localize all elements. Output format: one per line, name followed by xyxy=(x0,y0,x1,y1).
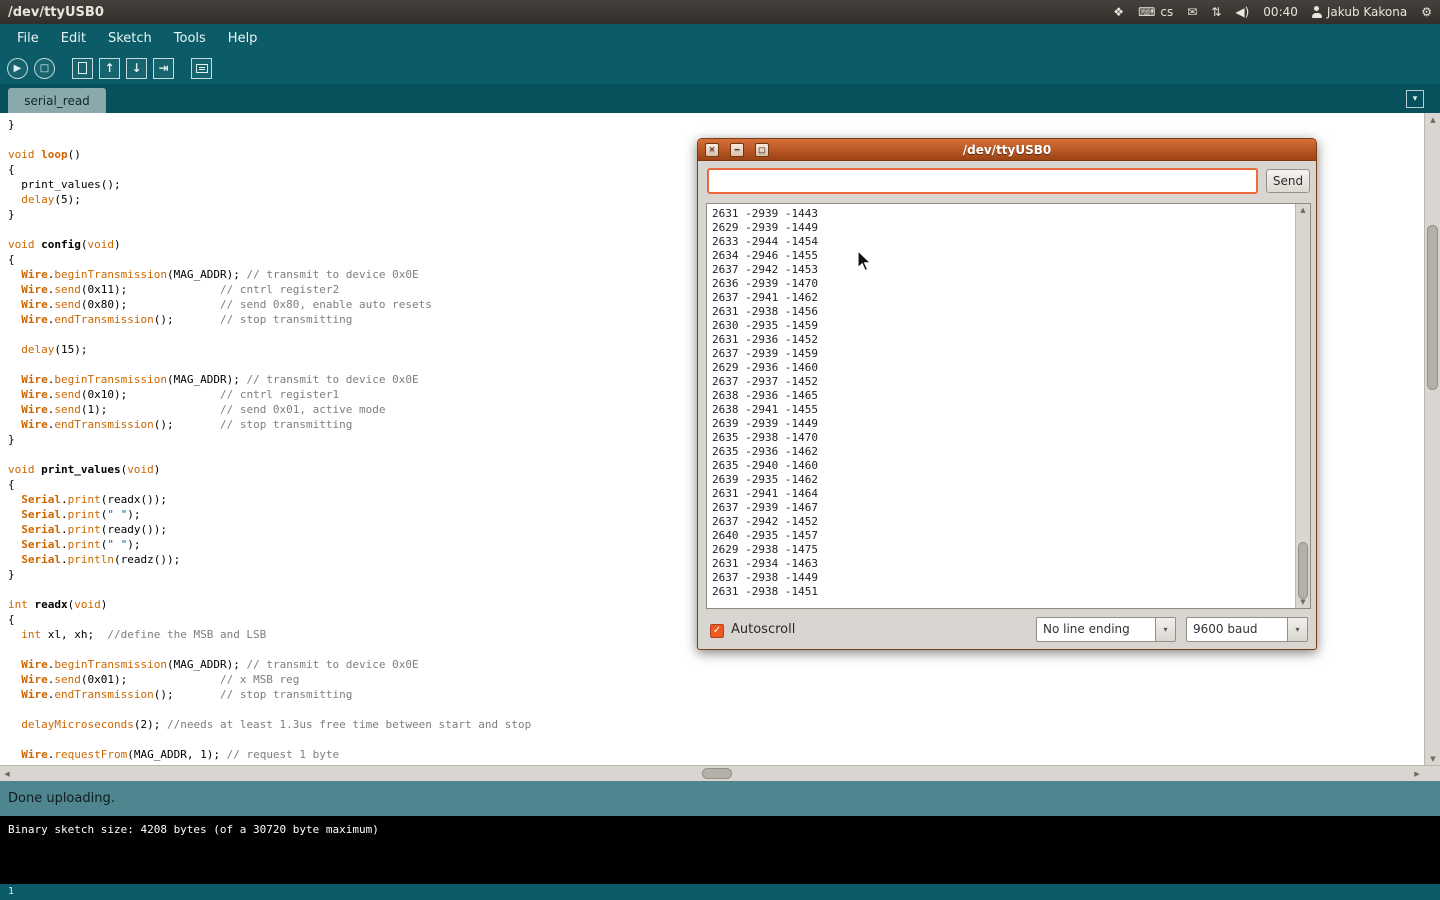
status-message: Done uploading. xyxy=(8,791,115,806)
autoscroll-checkbox[interactable]: ✓ xyxy=(710,624,724,638)
save-sketch-button[interactable]: ↓ xyxy=(126,58,147,79)
serial-monitor-icon xyxy=(196,64,208,73)
scroll-down-icon[interactable]: ▼ xyxy=(1425,752,1440,765)
stop-button[interactable]: □ xyxy=(34,58,55,79)
editor-vertical-scrollbar[interactable]: ▲ ▼ xyxy=(1424,113,1440,765)
scroll-up-icon[interactable]: ▲ xyxy=(1425,113,1440,126)
play-icon: ▶ xyxy=(14,63,22,74)
serial-output-scrollbar[interactable]: ▲ ▼ xyxy=(1295,204,1310,608)
tab-serial-read[interactable]: serial_read xyxy=(8,88,106,113)
code-line: Wire.beginTransmission(MAG_ADDR); // tra… xyxy=(8,657,1424,672)
console-text: Binary sketch size: 4208 bytes (of a 307… xyxy=(8,823,379,836)
new-sketch-button[interactable] xyxy=(72,58,93,79)
code-line xyxy=(8,732,1424,747)
line-number-bar: 1 xyxy=(0,884,1440,900)
session-gear-icon[interactable]: ⚙ xyxy=(1421,5,1432,19)
user-name-label: Jakub Kakona xyxy=(1327,5,1407,19)
baud-rate-value: 9600 baud xyxy=(1187,618,1287,641)
open-icon: ↑ xyxy=(104,62,114,74)
user-menu[interactable]: Jakub Kakona xyxy=(1312,5,1407,19)
close-icon: ✕ xyxy=(709,145,716,154)
menu-bar: File Edit Sketch Tools Help xyxy=(0,24,1440,52)
save-icon: ↓ xyxy=(131,62,141,74)
menu-file[interactable]: File xyxy=(6,26,50,51)
top-panel: /dev/ttyUSB0 ❖ ⌨ cs ✉ ⇅ ◀) 00:40 Jakub K… xyxy=(0,0,1440,24)
serial-monitor-button[interactable] xyxy=(191,58,212,79)
code-line: Wire.send(0x01); // x MSB reg xyxy=(8,672,1424,687)
stop-icon: □ xyxy=(40,63,49,74)
verify-button[interactable]: ▶ xyxy=(7,58,28,79)
window-minimize-button[interactable]: − xyxy=(730,143,744,157)
line-ending-select[interactable]: No line ending ▾ xyxy=(1036,617,1176,642)
open-sketch-button[interactable]: ↑ xyxy=(99,58,120,79)
serial-scroll-thumb[interactable] xyxy=(1298,542,1308,599)
clock[interactable]: 00:40 xyxy=(1263,5,1298,19)
menu-help[interactable]: Help xyxy=(217,26,269,51)
window-maximize-button[interactable]: ▢ xyxy=(755,143,769,157)
status-bar: Done uploading. xyxy=(0,781,1440,816)
tab-strip: serial_read ▾ xyxy=(0,84,1440,113)
mail-icon[interactable]: ✉ xyxy=(1187,5,1197,19)
focused-window-title: /dev/ttyUSB0 xyxy=(8,5,104,20)
mouse-cursor xyxy=(857,250,873,272)
system-tray: ❖ ⌨ cs ✉ ⇅ ◀) 00:40 Jakub Kakona ⚙ xyxy=(1113,5,1432,19)
scroll-right-icon[interactable]: ▶ xyxy=(1410,766,1424,781)
tab-menu-button[interactable]: ▾ xyxy=(1406,90,1424,108)
chevron-down-icon[interactable]: ▾ xyxy=(1287,618,1307,641)
window-close-button[interactable]: ✕ xyxy=(705,143,719,157)
code-line xyxy=(8,702,1424,717)
volume-icon[interactable]: ◀) xyxy=(1235,5,1249,19)
chevron-down-icon[interactable]: ▾ xyxy=(1155,618,1175,641)
minimize-icon: − xyxy=(734,145,741,154)
line-ending-value: No line ending xyxy=(1037,618,1155,641)
scrollbar-corner xyxy=(1424,765,1440,781)
send-button[interactable]: Send xyxy=(1266,169,1310,193)
serial-send-input[interactable] xyxy=(707,168,1258,194)
code-line: } xyxy=(8,117,1424,132)
editor-vscroll-thumb[interactable] xyxy=(1427,225,1438,390)
new-file-icon xyxy=(78,62,87,74)
menu-tools[interactable]: Tools xyxy=(163,26,217,51)
scroll-down-icon[interactable]: ▼ xyxy=(1296,596,1310,608)
desktop: /dev/ttyUSB0 ❖ ⌨ cs ✉ ⇅ ◀) 00:40 Jakub K… xyxy=(0,0,1440,900)
console-output: Binary sketch size: 4208 bytes (of a 307… xyxy=(0,816,1440,884)
network-updown-icon[interactable]: ⇅ xyxy=(1211,5,1221,19)
code-line: Wire.requestFrom(MAG_ADDR, 1); // reques… xyxy=(8,747,1424,762)
editor-hscroll-thumb[interactable] xyxy=(702,768,732,779)
toolbar: ▶ □ ↑ ↓ ⇥ xyxy=(0,52,1440,84)
menu-sketch[interactable]: Sketch xyxy=(97,26,163,51)
line-number: 1 xyxy=(8,886,14,897)
serial-output-area[interactable]: 2631 -2939 -1443 2629 -2939 -1449 2633 -… xyxy=(706,203,1311,609)
serial-monitor-title: /dev/ttyUSB0 xyxy=(963,143,1052,157)
keyboard-icon: ⌨ xyxy=(1138,5,1155,19)
code-line: Wire.endTransmission(); // stop transmit… xyxy=(8,687,1424,702)
keyboard-layout-label: cs xyxy=(1160,5,1173,19)
upload-button[interactable]: ⇥ xyxy=(153,58,174,79)
keyboard-layout-indicator[interactable]: ⌨ cs xyxy=(1138,5,1173,19)
scroll-left-icon[interactable]: ◀ xyxy=(0,766,14,781)
upload-icon: ⇥ xyxy=(158,62,168,74)
checkmark-icon: ✓ xyxy=(713,625,721,636)
serial-output-text: 2631 -2939 -1443 2629 -2939 -1449 2633 -… xyxy=(712,207,1292,605)
tab-menu-icon: ▾ xyxy=(1413,94,1418,104)
menu-edit[interactable]: Edit xyxy=(50,26,97,51)
editor-horizontal-scrollbar[interactable]: ◀ ▶ xyxy=(0,765,1424,781)
serial-monitor-titlebar[interactable]: ✕ − ▢ /dev/ttyUSB0 xyxy=(698,139,1316,161)
scroll-up-icon[interactable]: ▲ xyxy=(1296,204,1310,216)
dropbox-icon[interactable]: ❖ xyxy=(1113,5,1124,19)
code-line: delayMicroseconds(2); //needs at least 1… xyxy=(8,717,1424,732)
baud-rate-select[interactable]: 9600 baud ▾ xyxy=(1186,617,1308,642)
autoscroll-label[interactable]: Autoscroll xyxy=(731,622,795,637)
serial-monitor-window: ✕ − ▢ /dev/ttyUSB0 Send 2631 -2939 -1443… xyxy=(697,138,1317,650)
maximize-icon: ▢ xyxy=(758,145,766,154)
user-icon xyxy=(1312,6,1322,18)
